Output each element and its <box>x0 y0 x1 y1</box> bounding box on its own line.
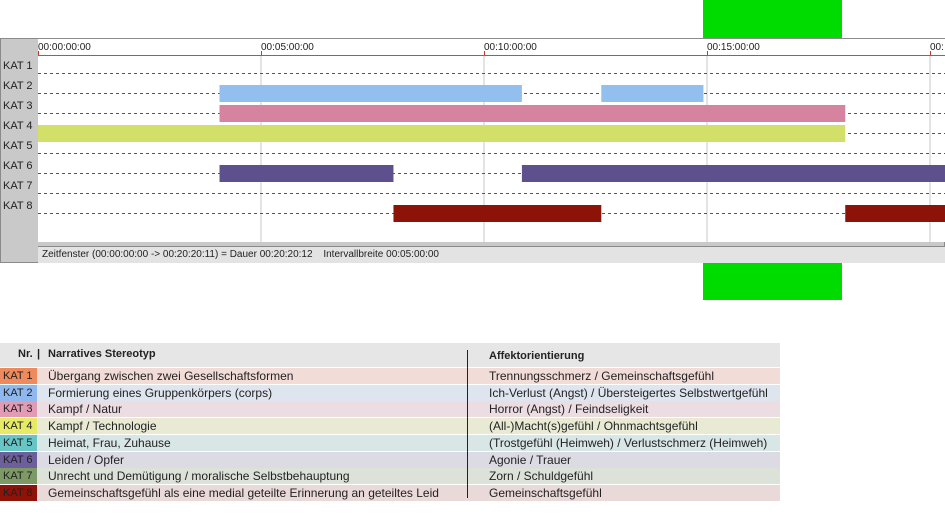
highlight-marker-bottom <box>703 263 842 300</box>
legend-row-kat7: KAT 7 Unrecht und Demütigung / moralische… <box>0 468 780 485</box>
tick-mark <box>261 51 262 55</box>
legend-stereotype: Unrecht und Demütigung / moralische Selb… <box>48 469 350 484</box>
tick-label-10: 00:10:00:00 <box>484 42 537 53</box>
legend-affekt: Zorn / Schuldgefühl <box>489 469 594 484</box>
status-window: Zeitfenster (00:00:00:00 -> 00:20:20:11)… <box>42 249 313 260</box>
legend-stereotype: Gemeinschaftsgefühl als eine medial gete… <box>48 485 439 500</box>
timeline-panel: 00:00:00:00 00:05:00:00 00:10:00:00 00:1… <box>0 38 945 263</box>
legend-kat-swatch: KAT 6 <box>0 451 37 468</box>
legend-kat-swatch: KAT 3 <box>0 401 37 418</box>
legend-affekt: (All-)Macht(s)gefühl / Ohnmachtsgefühl <box>489 419 698 434</box>
row-label-kat1: KAT 1 <box>3 60 33 72</box>
bar-kat2-2 <box>601 85 704 102</box>
timeline-chart <box>38 56 945 246</box>
header-nr: Nr. <box>18 348 33 360</box>
legend-stereotype: Formierung eines Gruppenkörpers (corps) <box>48 385 273 400</box>
status-bar: Zeitfenster (00:00:00:00 -> 00:20:20:11)… <box>38 246 945 263</box>
bar-kat8-1 <box>393 205 602 222</box>
status-interval: Intervallbreite 00:05:00:00 <box>323 249 439 260</box>
tick-mark <box>930 51 931 55</box>
row-label-kat6: KAT 6 <box>3 160 33 172</box>
bar-kat6-2 <box>521 165 945 182</box>
time-ruler: 00:00:00:00 00:05:00:00 00:10:00:00 00:1… <box>38 39 945 56</box>
legend-kat-swatch: KAT 5 <box>0 434 37 451</box>
legend-row-kat1: KAT 1 Übergang zwischen zwei Gesellschaft… <box>0 368 780 384</box>
legend-stereotype: Heimat, Frau, Zuhause <box>48 435 171 450</box>
legend-row-kat4: KAT 4 Kampf / Technologie (All-)Macht(s)ge… <box>0 418 780 435</box>
legend-header: Nr. | Narratives Stereotyp Affektorienti… <box>0 343 780 367</box>
legend-divider <box>467 350 468 498</box>
tick-label-20: 00: <box>930 42 944 53</box>
bar-kat6-1 <box>219 165 394 182</box>
legend-kat-swatch: KAT 7 <box>0 468 37 485</box>
tick-label-5: 00:05:00:00 <box>261 42 314 53</box>
tick-mark <box>484 51 485 55</box>
tick-label-0: 00:00:00:00 <box>38 42 91 53</box>
legend-row-kat3: KAT 3 Kampf / Natur Horror (Angst) / Feind… <box>0 401 780 418</box>
legend-table: Nr. | Narratives Stereotyp Affektorienti… <box>0 343 780 508</box>
row-label-kat4: KAT 4 <box>3 120 33 132</box>
legend-affekt: Ich-Verlust (Angst) / Übersteigertes Sel… <box>489 385 768 400</box>
legend-kat-swatch: KAT 4 <box>0 418 37 435</box>
row-label-kat5: KAT 5 <box>3 140 33 152</box>
header-affekt: Affektorientierung <box>489 350 585 362</box>
legend-row-kat5: KAT 5 Heimat, Frau, Zuhause (Trostgefühl (… <box>0 434 780 451</box>
legend-row-kat6: KAT 6 Leiden / Opfer Agonie / Trauer <box>0 451 780 468</box>
bar-kat4-1 <box>38 125 846 142</box>
row-label-kat8: KAT 8 <box>3 200 33 212</box>
tick-mark <box>707 51 708 55</box>
legend-stereotype: Kampf / Natur <box>48 402 123 417</box>
bar-kat3-1 <box>219 105 846 122</box>
legend-stereotype: Leiden / Opfer <box>48 452 125 467</box>
legend-affekt: (Trostgefühl (Heimweh) / Verlustschmerz … <box>489 435 768 450</box>
row-label-kat3: KAT 3 <box>3 100 33 112</box>
highlight-marker-top <box>703 0 842 38</box>
tick-label-15: 00:15:00:00 <box>707 42 760 53</box>
row-label-kat2: KAT 2 <box>3 80 33 92</box>
tick-mark <box>38 51 39 55</box>
legend-row-kat2: KAT 2 Formierung eines Gruppenkörpers (co… <box>0 384 780 401</box>
legend-kat-swatch: KAT 2 <box>0 384 37 401</box>
legend-affekt: Agonie / Trauer <box>489 452 572 467</box>
legend-kat-swatch: KAT 8 <box>0 484 37 501</box>
bar-kat2-1 <box>219 85 522 102</box>
legend-affekt: Gemeinschaftsgefühl <box>489 485 602 500</box>
legend-row-kat8: KAT 8 Gemeinschaftsgefühl als eine medial… <box>0 484 780 501</box>
bar-kat8-2 <box>845 205 945 222</box>
legend-kat-swatch: KAT 1 <box>0 368 37 384</box>
header-bar: | <box>37 348 41 360</box>
legend-affekt: Horror (Angst) / Feindseligkeit <box>489 402 649 417</box>
header-stereotype: Narratives Stereotyp <box>48 348 156 360</box>
legend-stereotype: Übergang zwischen zwei Gesellschaftsform… <box>48 369 294 383</box>
legend-stereotype: Kampf / Technologie <box>48 419 157 434</box>
row-label-kat7: KAT 7 <box>3 180 33 192</box>
legend-affekt: Trennungsschmerz / Gemeinschaftsgefühl <box>489 369 714 383</box>
